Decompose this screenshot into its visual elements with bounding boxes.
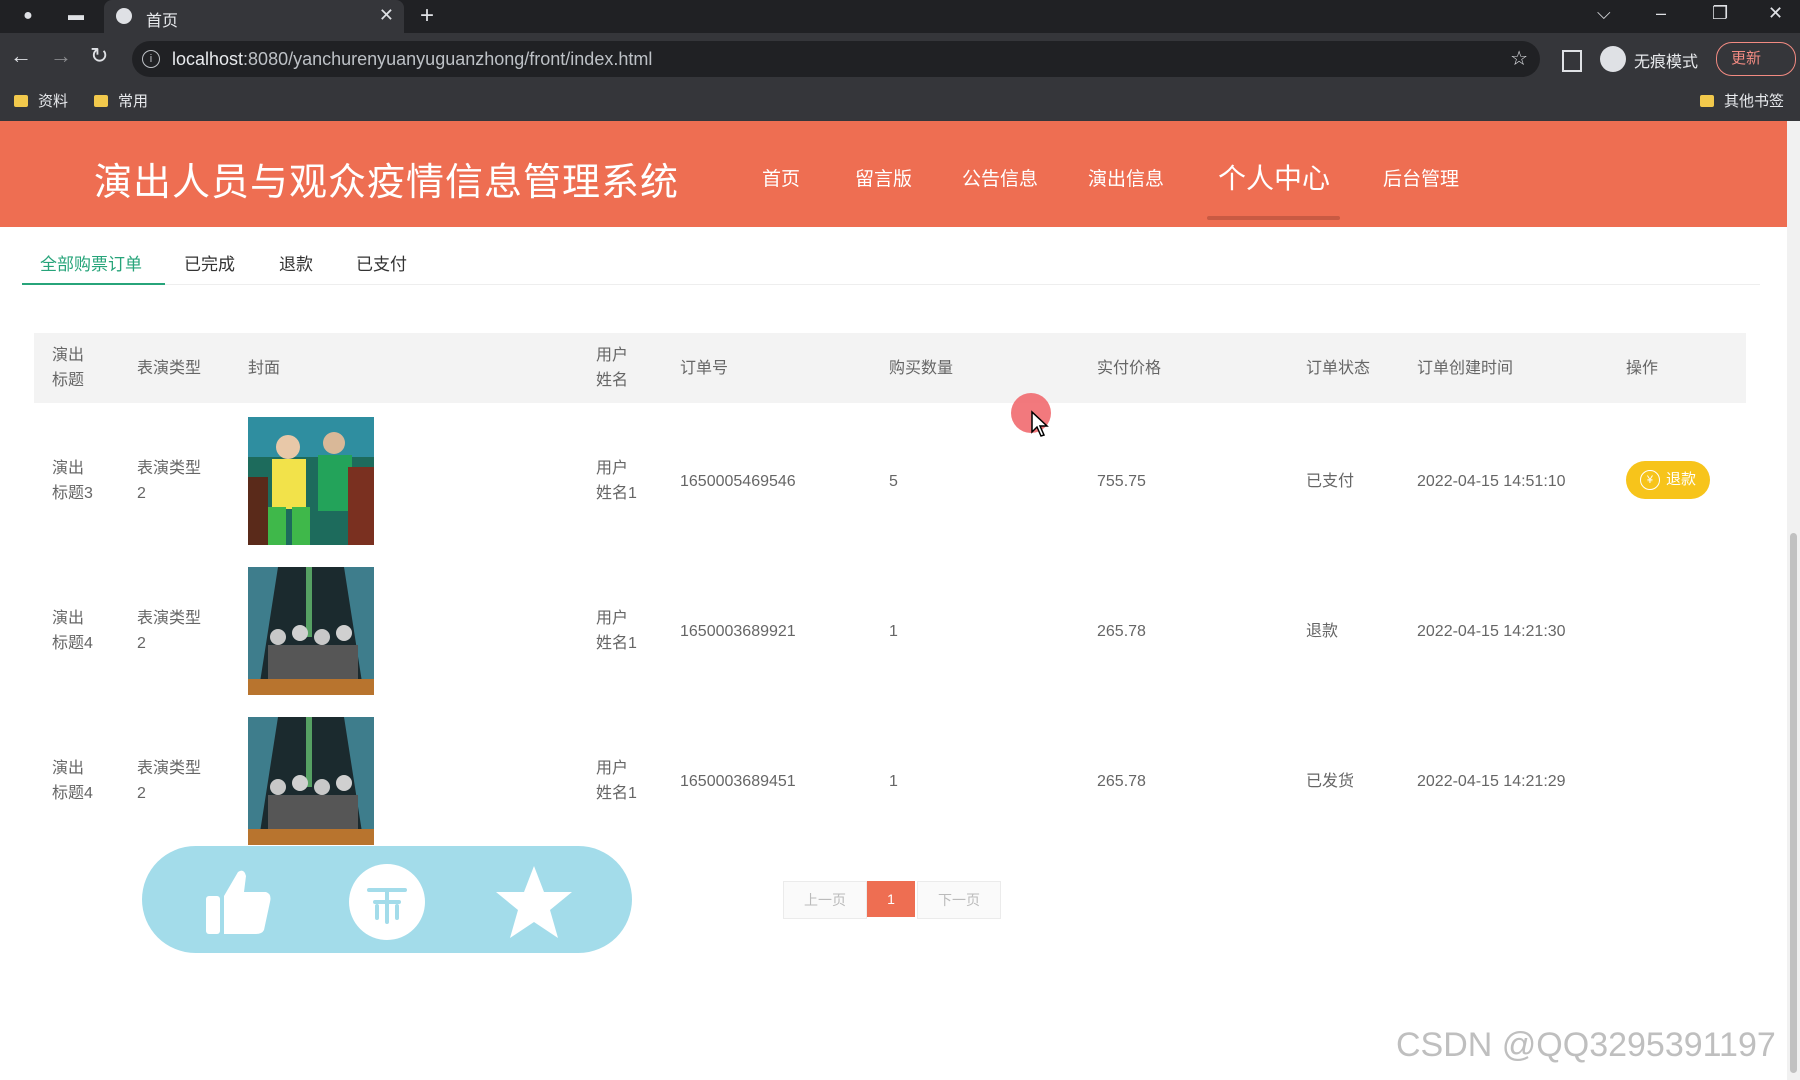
browser-toolbar: ← → ↻ i localhost:8080/yanchurenyuanyugu… (0, 33, 1800, 121)
cell-user: 用户 姓名1 (596, 460, 637, 502)
bookmark-folder[interactable]: 常用 (94, 90, 148, 111)
cell-price: 265.78 (1097, 622, 1146, 640)
cell-order-no: 1650003689921 (680, 622, 796, 640)
tab-all-orders[interactable]: 全部购票订单 (40, 250, 142, 275)
column-header-status: 订单状态 (1306, 359, 1371, 377)
tab-paid[interactable]: 已支付 (356, 250, 407, 275)
url-text: localhost:8080/yanchurenyuanyuguanzhong/… (172, 49, 653, 69)
cell-qty: 5 (889, 472, 898, 490)
column-header-qty: 购买数量 (889, 359, 954, 377)
column-header-user: 用户 姓名 (596, 347, 629, 389)
cell-order-no: 1650005469546 (680, 472, 796, 490)
browser-tab[interactable]: 首页 ✕ (104, 0, 404, 33)
page-number-button[interactable]: 1 (867, 881, 915, 917)
column-header-action: 操作 (1626, 359, 1659, 377)
cell-type: 表演类型 2 (137, 610, 202, 652)
cell-status: 已发货 (1306, 772, 1355, 790)
reload-icon[interactable]: ↻ (90, 43, 108, 69)
column-header-created: 订单创建时间 (1417, 359, 1514, 377)
close-window-icon[interactable]: ✕ (1768, 3, 1783, 24)
cover-image[interactable] (248, 717, 374, 845)
nav-announcements[interactable]: 公告信息 (962, 164, 1038, 191)
column-header-order-no: 订单号 (680, 359, 729, 377)
browser-tab-bar: ● ▬ 首页 ✕ + ⌵ – ❐ ✕ (0, 0, 1800, 33)
tab-active-indicator (22, 283, 165, 285)
incognito-icon[interactable] (1600, 46, 1626, 72)
site-title: 演出人员与观众疫情信息管理系统 (94, 162, 680, 204)
tab-list-icon[interactable]: ⌵ (1597, 3, 1611, 24)
refund-button[interactable]: ¥ 退款 (1626, 461, 1710, 499)
next-page-button[interactable]: 下一页 (917, 881, 1001, 919)
tab-refund[interactable]: 退款 (279, 250, 313, 275)
watermark: CSDN @QQ3295391197 (1396, 1026, 1776, 1064)
nav-admin[interactable]: 后台管理 (1383, 164, 1459, 191)
tab-completed[interactable]: 已完成 (184, 250, 235, 275)
close-tab-icon[interactable]: ✕ (379, 5, 394, 26)
cell-created: 2022-04-15 14:51:10 (1417, 472, 1566, 490)
yen-icon: ¥ (1639, 470, 1660, 490)
cover-image[interactable] (248, 567, 374, 695)
scrollbar-thumb[interactable] (1790, 533, 1797, 1073)
bookmark-star-icon[interactable]: ☆ (1510, 46, 1528, 71)
restore-icon[interactable]: ❐ (1712, 3, 1728, 24)
minimize-icon[interactable]: – (1656, 3, 1666, 24)
cell-title: 演出 标题4 (52, 760, 93, 802)
other-bookmarks[interactable]: 其他书签 (1700, 90, 1784, 111)
prev-page-button[interactable]: 上一页 (783, 881, 867, 919)
folder-icon (94, 95, 108, 107)
site-header: 演出人员与观众疫情信息管理系统 首页 留言版 公告信息 演出信息 个人中心 后台… (0, 121, 1787, 227)
column-header-cover: 封面 (248, 359, 281, 377)
tabs-divider (22, 284, 1760, 285)
address-bar[interactable]: i localhost:8080/yanchurenyuanyuguanzhon… (132, 41, 1540, 77)
nav-personal-center[interactable]: 个人中心 (1218, 157, 1330, 197)
column-header-price: 实付价格 (1097, 359, 1162, 377)
globe-icon (116, 8, 132, 24)
nav-performances[interactable]: 演出信息 (1088, 164, 1164, 191)
cell-qty: 1 (889, 772, 898, 790)
cell-title: 演出 标题4 (52, 610, 93, 652)
cell-order-no: 1650003689451 (680, 772, 796, 790)
folder-icon (1700, 95, 1714, 107)
coin-icon[interactable] (347, 862, 427, 942)
cell-price: 265.78 (1097, 772, 1146, 790)
table-row: 演出 标题4 表演类型 2 用户 姓名1 1650003689921 1 265.78… (34, 567, 1746, 717)
incognito-label: 无痕模式 (1634, 54, 1699, 71)
tab-search-icon[interactable]: ▬ (66, 6, 86, 26)
cell-title: 演出 标题3 (52, 460, 93, 502)
cover-image[interactable] (248, 417, 374, 545)
cursor-icon (1031, 410, 1049, 437)
info-icon[interactable]: i (142, 50, 160, 68)
reaction-overlay (142, 846, 632, 953)
tab-title: 首页 (146, 13, 179, 30)
cell-status: 退款 (1306, 622, 1339, 640)
cell-type: 表演类型 2 (137, 760, 202, 802)
star-icon[interactable] (494, 862, 574, 942)
nav-home[interactable]: 首页 (762, 164, 800, 191)
forward-icon[interactable]: → (50, 43, 72, 69)
cell-user: 用户 姓名1 (596, 760, 637, 802)
page-scrollbar[interactable] (1787, 121, 1800, 1080)
back-icon[interactable]: ← (10, 43, 32, 69)
folder-icon (14, 95, 28, 107)
nav-message-board[interactable]: 留言版 (855, 164, 912, 191)
cell-status: 已支付 (1306, 472, 1355, 490)
column-header-title: 演出 标题 (52, 347, 85, 389)
side-panel-icon[interactable] (1562, 50, 1582, 72)
column-header-type: 表演类型 (137, 359, 202, 377)
table-row: 演出 标题4 表演类型 2 用户 姓名1 1650003689451 1 265.78… (34, 717, 1746, 867)
bookmark-folder[interactable]: 资料 (14, 90, 68, 111)
cell-user: 用户 姓名1 (596, 610, 637, 652)
cell-created: 2022-04-15 14:21:29 (1417, 772, 1566, 790)
update-button[interactable]: 更新 (1716, 42, 1796, 76)
cell-qty: 1 (889, 622, 898, 640)
new-tab-icon[interactable]: + (420, 2, 434, 30)
table-row: 演出 标题3 表演类型 2 用户 姓名1 1650005469546 5 755.75… (34, 417, 1746, 567)
browser-menu-icon[interactable]: ● (18, 6, 38, 26)
cell-type: 表演类型 2 (137, 460, 202, 502)
cell-created: 2022-04-15 14:21:30 (1417, 622, 1566, 640)
thumbs-up-icon[interactable] (198, 862, 278, 942)
table-header: 演出 标题 表演类型 封面 用户 姓名 订单号 购买数量 实付价格 订单状态 订单创… (34, 333, 1746, 403)
nav-active-indicator (1207, 216, 1340, 220)
cell-price: 755.75 (1097, 472, 1146, 490)
